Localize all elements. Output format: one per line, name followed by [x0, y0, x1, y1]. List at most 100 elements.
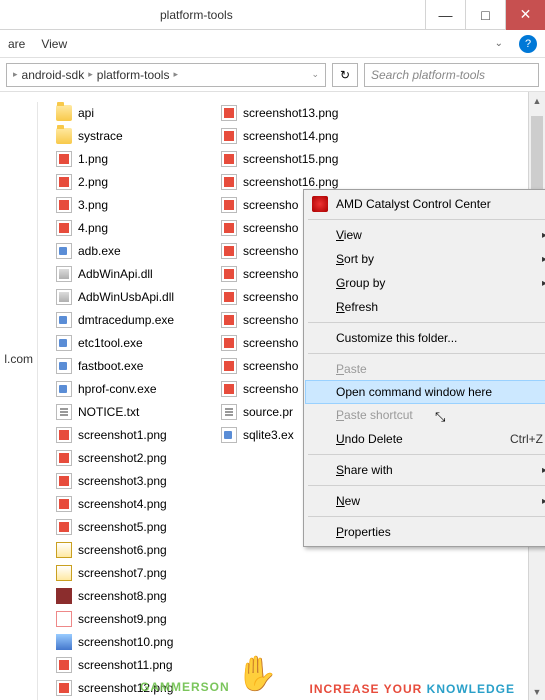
file-name: screenshot14.png	[243, 129, 338, 143]
file-item[interactable]: etc1tool.exe	[56, 332, 203, 353]
png-icon	[221, 197, 237, 213]
ctx-undo-delete[interactable]: Undo DeleteCtrl+Z	[306, 427, 545, 451]
file-item[interactable]: dmtracedump.exe	[56, 309, 203, 330]
png-icon	[56, 657, 72, 673]
png-icon	[221, 289, 237, 305]
ctx-new[interactable]: New▸	[306, 489, 545, 513]
png-icon	[221, 105, 237, 121]
hand-icon: ✋	[236, 654, 279, 694]
file-item[interactable]: NOTICE.txt	[56, 401, 203, 422]
folder-icon	[56, 128, 72, 144]
ctx-open-command-window[interactable]: Open command window here	[305, 380, 545, 404]
ctx-separator	[308, 322, 545, 323]
file-name: screenshot15.png	[243, 152, 338, 166]
file-name: hprof-conv.exe	[78, 382, 157, 396]
file-item[interactable]: screenshot1.png	[56, 424, 203, 445]
png-icon	[221, 174, 237, 190]
help-button[interactable]: ?	[519, 35, 537, 53]
png-icon	[56, 427, 72, 443]
ctx-properties[interactable]: Properties	[306, 520, 545, 544]
file-item[interactable]: screenshot2.png	[56, 447, 203, 468]
menu-share[interactable]: are	[8, 37, 25, 51]
ctx-share-with[interactable]: Share with▸	[306, 458, 545, 482]
ctx-group-by[interactable]: Group by▸	[306, 271, 545, 295]
minimize-button[interactable]: —	[425, 0, 465, 30]
ctx-refresh[interactable]: Refresh	[306, 295, 545, 319]
file-name: screenshot1.png	[78, 428, 167, 442]
file-item[interactable]: screenshot3.png	[56, 470, 203, 491]
txt-icon	[221, 404, 237, 420]
file-name: screensho	[243, 221, 298, 235]
ctx-amd-catalyst[interactable]: AMD Catalyst Control Center	[306, 192, 545, 216]
search-input[interactable]: Search platform-tools	[364, 63, 539, 87]
png-icon	[56, 220, 72, 236]
refresh-button[interactable]: ↻	[332, 63, 358, 87]
ctx-sort-by[interactable]: Sort by▸	[306, 247, 545, 271]
file-item[interactable]: screenshot9.png	[56, 608, 203, 629]
breadcrumb-item[interactable]: platform-tools	[97, 68, 170, 82]
file-item[interactable]: screenshot7.png	[56, 562, 203, 583]
watermark-logo: GAMMERSON✋	[140, 654, 279, 694]
ctx-separator	[308, 454, 545, 455]
file-item[interactable]: adb.exe	[56, 240, 203, 261]
file-item[interactable]: AdbWinUsbApi.dll	[56, 286, 203, 307]
ctx-customize-folder[interactable]: Customize this folder...	[306, 326, 545, 350]
file-name: screenshot3.png	[78, 474, 167, 488]
png-icon	[56, 519, 72, 535]
file-name: NOTICE.txt	[78, 405, 139, 419]
png-icon	[56, 197, 72, 213]
scroll-down-icon[interactable]: ▼	[529, 683, 545, 700]
breadcrumb-sep: ▸	[13, 69, 18, 80]
breadcrumb-sep: ▸	[88, 69, 93, 80]
png-icon	[56, 473, 72, 489]
file-item[interactable]: hprof-conv.exe	[56, 378, 203, 399]
file-item[interactable]: 2.png	[56, 171, 203, 192]
chevron-down-icon[interactable]: ⌄	[495, 38, 503, 49]
file-item[interactable]: screenshot10.png	[56, 631, 203, 652]
file-name: systrace	[78, 129, 123, 143]
exe-icon	[56, 312, 72, 328]
file-name: screensho	[243, 290, 298, 304]
file-item[interactable]: 1.png	[56, 148, 203, 169]
file-item[interactable]: 4.png	[56, 217, 203, 238]
ctx-view[interactable]: View▸	[306, 223, 545, 247]
file-item[interactable]: screenshot15.png	[221, 148, 368, 169]
file-name: screensho	[243, 359, 298, 373]
cursor-icon: ⤡	[435, 409, 445, 425]
file-item[interactable]: screenshot6.png	[56, 539, 203, 560]
amd-icon	[312, 196, 328, 212]
file-item[interactable]: api	[56, 102, 203, 123]
close-button[interactable]: ✕	[505, 0, 545, 30]
file-name: 4.png	[78, 221, 108, 235]
file-item[interactable]: screenshot14.png	[221, 125, 368, 146]
file-item[interactable]: fastboot.exe	[56, 355, 203, 376]
txt-icon	[56, 404, 72, 420]
file-item[interactable]: screenshot8.png	[56, 585, 203, 606]
file-name: screensho	[243, 267, 298, 281]
file-name: screenshot13.png	[243, 106, 338, 120]
file-item[interactable]: screenshot5.png	[56, 516, 203, 537]
menu-view[interactable]: View	[41, 37, 67, 51]
png-icon	[56, 450, 72, 466]
window-titlebar: platform-tools — □ ✕	[0, 0, 545, 30]
file-item[interactable]: systrace	[56, 125, 203, 146]
maximize-button[interactable]: □	[465, 0, 505, 30]
file-name: screensho	[243, 382, 298, 396]
breadcrumb-item[interactable]: android-sdk	[22, 68, 85, 82]
file-item[interactable]: screenshot4.png	[56, 493, 203, 514]
png-icon	[221, 151, 237, 167]
file-name: api	[78, 106, 94, 120]
breadcrumb-dropdown-icon[interactable]: ⌄	[311, 69, 319, 80]
search-placeholder: Search platform-tools	[371, 68, 485, 82]
scroll-up-icon[interactable]: ▲	[529, 92, 545, 109]
misc4-icon	[56, 634, 72, 650]
file-name: screensho	[243, 313, 298, 327]
file-item[interactable]: screenshot13.png	[221, 102, 368, 123]
file-item[interactable]: 3.png	[56, 194, 203, 215]
file-name: source.pr	[243, 405, 293, 419]
file-name: 1.png	[78, 152, 108, 166]
file-item[interactable]: AdbWinApi.dll	[56, 263, 203, 284]
png-icon	[221, 335, 237, 351]
exe-icon	[56, 381, 72, 397]
breadcrumb[interactable]: ▸ android-sdk ▸ platform-tools ▸ ⌄	[6, 63, 326, 87]
